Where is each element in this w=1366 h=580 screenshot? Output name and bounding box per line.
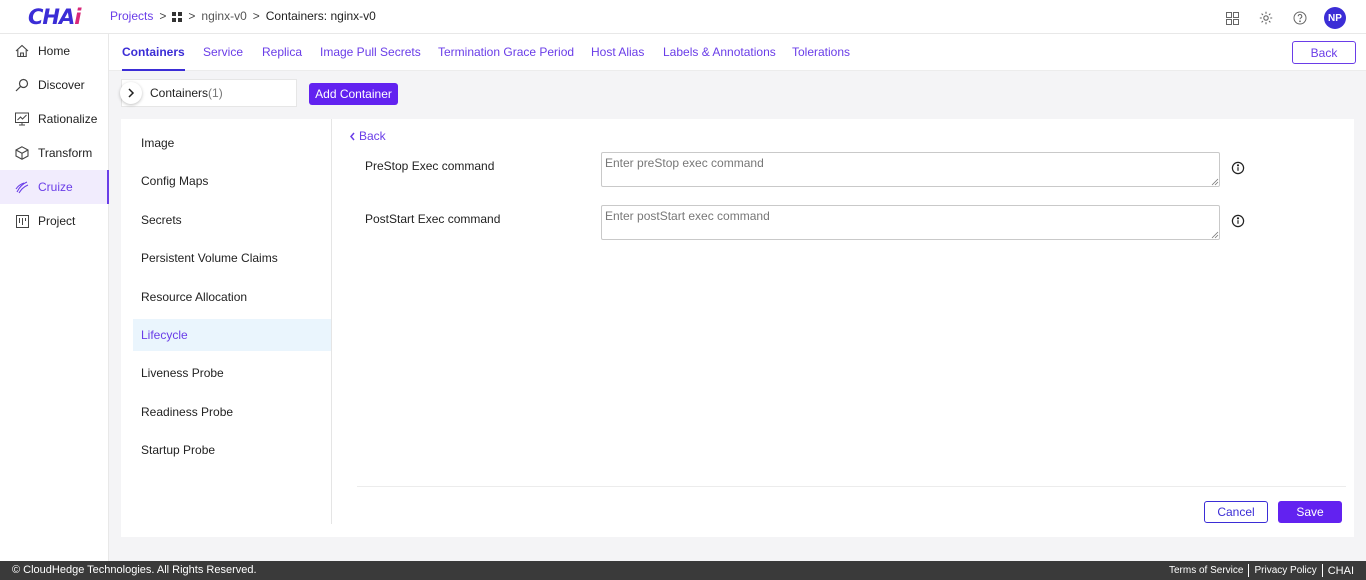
lifecycle-form: Back PreStop Exec command PostStart Exec… xyxy=(345,119,1354,537)
form-divider xyxy=(357,486,1346,487)
header-actions: NP xyxy=(1222,7,1346,29)
cube-icon xyxy=(14,145,30,161)
footer-links: Terms of Service Privacy Policy CHAI xyxy=(1169,564,1354,577)
breadcrumb-separator: > xyxy=(252,9,260,23)
apps-grid-icon[interactable] xyxy=(1222,8,1242,28)
section-image[interactable]: Image xyxy=(133,127,331,159)
prestop-label: PreStop Exec command xyxy=(365,159,495,173)
project-icon xyxy=(14,213,30,229)
project-grid-icon xyxy=(172,11,183,22)
section-resource-allocation[interactable]: Resource Allocation xyxy=(133,281,331,313)
breadcrumb-separator: > xyxy=(188,9,196,23)
breadcrumb-project-link[interactable]: nginx-v0 xyxy=(201,9,246,23)
tab-service[interactable]: Service xyxy=(203,45,243,59)
info-icon[interactable] xyxy=(1231,214,1245,228)
breadcrumb-projects-link[interactable]: Projects xyxy=(110,9,153,23)
help-icon[interactable] xyxy=(1290,8,1310,28)
terms-of-service-link[interactable]: Terms of Service xyxy=(1169,565,1243,576)
sidebar-item-label: Discover xyxy=(38,78,85,92)
sidebar-item-discover[interactable]: Discover xyxy=(0,68,108,102)
sidebar-item-label: Cruize xyxy=(38,180,73,194)
tab-image-pull-secrets[interactable]: Image Pull Secrets xyxy=(320,45,421,59)
poststart-label: PostStart Exec command xyxy=(365,212,501,226)
tab-termination-grace-period[interactable]: Termination Grace Period xyxy=(438,45,574,59)
section-startup-probe[interactable]: Startup Probe xyxy=(133,434,331,466)
sidebar-item-cruize[interactable]: Cruize xyxy=(0,170,109,204)
chevron-right-icon[interactable] xyxy=(120,82,142,104)
sidebar: Home Discover Rationalize Transform Crui… xyxy=(0,34,109,562)
section-liveness-probe[interactable]: Liveness Probe xyxy=(133,357,331,389)
sidebar-item-rationalize[interactable]: Rationalize xyxy=(0,102,108,136)
sidebar-item-home[interactable]: Home xyxy=(0,34,108,68)
footer-divider xyxy=(1321,564,1323,577)
info-icon[interactable] xyxy=(1231,161,1245,175)
settings-icon[interactable] xyxy=(1256,8,1276,28)
chai-logo[interactable]: CHAi xyxy=(28,5,81,29)
sidebar-item-project[interactable]: Project xyxy=(0,204,108,238)
tab-replica[interactable]: Replica xyxy=(262,45,302,59)
user-avatar[interactable]: NP xyxy=(1324,7,1346,29)
poststart-exec-command-input[interactable] xyxy=(601,205,1220,240)
tabs-bar: Containers Service Replica Image Pull Se… xyxy=(109,34,1366,71)
resize-grip-icon[interactable] xyxy=(1211,178,1219,186)
save-button[interactable]: Save xyxy=(1278,501,1342,523)
discover-icon xyxy=(14,77,30,93)
rationalize-icon xyxy=(14,111,30,127)
containers-toggle[interactable]: Containers(1) xyxy=(120,79,297,107)
add-container-button[interactable]: Add Container xyxy=(309,83,398,105)
prestop-exec-command-input[interactable] xyxy=(601,152,1220,187)
breadcrumb-current: Containers: nginx-v0 xyxy=(265,9,376,23)
copyright-text: © CloudHedge Technologies. All Rights Re… xyxy=(12,564,257,576)
section-lifecycle[interactable]: Lifecycle xyxy=(133,318,331,351)
cancel-button[interactable]: Cancel xyxy=(1204,501,1268,523)
tab-labels-annotations[interactable]: Labels & Annotations xyxy=(663,45,776,59)
section-secrets[interactable]: Secrets xyxy=(133,204,331,236)
cruize-icon xyxy=(14,179,30,195)
footer-divider xyxy=(1248,564,1250,577)
top-bar: CHAi Projects > > nginx-v0 > Containers:… xyxy=(0,0,1366,34)
tab-tolerations[interactable]: Tolerations xyxy=(792,45,850,59)
containers-count: (1) xyxy=(208,86,223,100)
back-button[interactable]: Back xyxy=(1292,41,1356,64)
resize-grip-icon[interactable] xyxy=(1211,231,1219,239)
sidebar-item-label: Project xyxy=(38,214,76,228)
tab-containers[interactable]: Containers xyxy=(122,45,185,71)
back-label: Back xyxy=(359,129,386,143)
breadcrumb-separator: > xyxy=(159,9,167,23)
section-config-maps[interactable]: Config Maps xyxy=(133,165,331,197)
containers-label: Containers(1) xyxy=(150,86,223,100)
lifecycle-back-link[interactable]: Back xyxy=(349,129,386,143)
tab-host-alias[interactable]: Host Alias xyxy=(591,45,644,59)
chevron-left-icon xyxy=(350,132,355,140)
sidebar-item-label: Rationalize xyxy=(38,112,98,126)
main-area: Containers Service Replica Image Pull Se… xyxy=(109,34,1366,562)
sidebar-item-label: Home xyxy=(38,44,71,58)
section-readiness-probe[interactable]: Readiness Probe xyxy=(133,396,331,428)
container-sections-nav: Image Config Maps Secrets Persistent Vol… xyxy=(133,119,332,524)
page-footer: © CloudHedge Technologies. All Rights Re… xyxy=(0,561,1366,580)
home-icon xyxy=(14,43,30,59)
privacy-policy-link[interactable]: Privacy Policy xyxy=(1254,565,1316,576)
breadcrumb: Projects > > nginx-v0 > Containers: ngin… xyxy=(110,9,376,23)
container-config-panel: Image Config Maps Secrets Persistent Vol… xyxy=(121,119,1354,537)
footer-brand: CHAI xyxy=(1327,564,1354,577)
section-persistent-volume-claims[interactable]: Persistent Volume Claims xyxy=(133,242,331,274)
sidebar-item-transform[interactable]: Transform xyxy=(0,136,108,170)
sidebar-item-label: Transform xyxy=(38,146,93,160)
